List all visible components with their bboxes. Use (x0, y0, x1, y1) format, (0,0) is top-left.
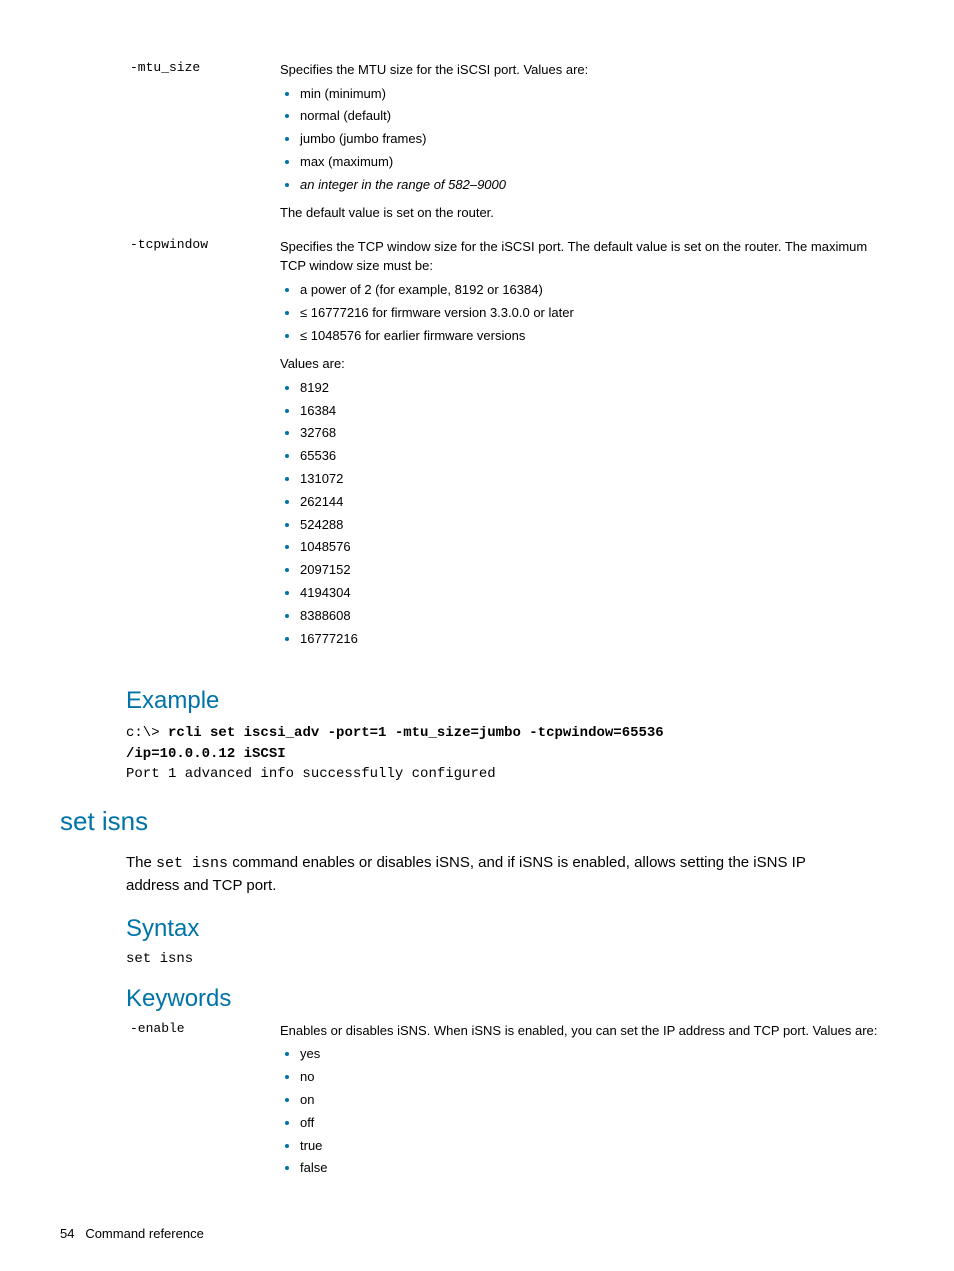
param-key: -tcpwindow (60, 237, 280, 252)
bullet: 8388608 (300, 606, 884, 627)
param-bullets: yes no on off true false (280, 1044, 884, 1179)
param-key: -mtu_size (60, 60, 280, 75)
param-desc: Specifies the MTU size for the iSCSI por… (280, 60, 894, 227)
syntax-heading: Syntax (126, 915, 894, 943)
bullet: max (maximum) (300, 152, 884, 173)
bullet: 524288 (300, 515, 884, 536)
page: -mtu_size Specifies the MTU size for the… (0, 0, 954, 1271)
param-desc: Specifies the TCP window size for the iS… (280, 237, 894, 657)
param-table-2: -enable Enables or disables iSNS. When i… (60, 1021, 894, 1197)
bullet: normal (default) (300, 106, 884, 127)
bullet: ≤ 16777216 for firmware version 3.3.0.0 … (300, 303, 884, 324)
page-footer: 54 Command reference (60, 1226, 204, 1241)
body-pre: The (126, 854, 156, 871)
keywords-heading: Keywords (126, 985, 894, 1013)
param-bullets: min (minimum) normal (default) jumbo (ju… (280, 84, 884, 196)
bullet: 2097152 (300, 560, 884, 581)
param-desc: Enables or disables iSNS. When iSNS is e… (280, 1021, 894, 1187)
param-bullets: a power of 2 (for example, 8192 or 16384… (280, 280, 884, 346)
cmd-output: Port 1 advanced info successfully config… (126, 766, 496, 782)
param-mid: Values are: (280, 354, 884, 374)
footer-text: Command reference (85, 1226, 204, 1241)
bullet: a power of 2 (for example, 8192 or 16384… (300, 280, 884, 301)
bullet: ≤ 1048576 for earlier firmware versions (300, 326, 884, 347)
bullet: yes (300, 1044, 884, 1065)
bullet: false (300, 1158, 884, 1179)
set-isns-heading: set isns (60, 806, 894, 837)
bullet: on (300, 1090, 884, 1111)
param-row-tcpwindow: -tcpwindow Specifies the TCP window size… (60, 237, 894, 657)
param-bullets-2: 8192 16384 32768 65536 131072 262144 524… (280, 378, 884, 650)
syntax-line: set isns (126, 951, 894, 967)
bullet: true (300, 1136, 884, 1157)
cmd-line2: /ip=10.0.0.12 iSCSI (126, 746, 286, 762)
bullet: 8192 (300, 378, 884, 399)
bullet: jumbo (jumbo frames) (300, 129, 884, 150)
param-row-enable: -enable Enables or disables iSNS. When i… (60, 1021, 894, 1187)
bullet-italic: an integer in the range of 582–9000 (300, 175, 884, 196)
param-row-mtu: -mtu_size Specifies the MTU size for the… (60, 60, 894, 227)
prompt: c:\> (126, 725, 168, 741)
bullet: 16384 (300, 401, 884, 422)
cmd-line1: rcli set iscsi_adv -port=1 -mtu_size=jum… (168, 725, 664, 741)
param-intro: Enables or disables iSNS. When iSNS is e… (280, 1021, 884, 1041)
example-heading: Example (126, 687, 894, 715)
bullet: 1048576 (300, 537, 884, 558)
param-intro: Specifies the TCP window size for the iS… (280, 237, 884, 276)
bullet: 262144 (300, 492, 884, 513)
param-table-1: -mtu_size Specifies the MTU size for the… (60, 60, 894, 667)
bullet: 65536 (300, 446, 884, 467)
body-post: command enables or disables iSNS, and if… (126, 854, 806, 894)
bullet: 4194304 (300, 583, 884, 604)
set-isns-body: The set isns command enables or disables… (126, 852, 854, 897)
bullet: off (300, 1113, 884, 1134)
bullet: no (300, 1067, 884, 1088)
body-cmd: set isns (156, 855, 228, 872)
bullet: 16777216 (300, 629, 884, 650)
page-number: 54 (60, 1226, 74, 1241)
bullet: 32768 (300, 423, 884, 444)
bullet: min (minimum) (300, 84, 884, 105)
param-intro: Specifies the MTU size for the iSCSI por… (280, 60, 884, 80)
example-code: c:\> rcli set iscsi_adv -port=1 -mtu_siz… (126, 723, 894, 784)
param-key: -enable (60, 1021, 280, 1036)
bullet: 131072 (300, 469, 884, 490)
param-outro: The default value is set on the router. (280, 203, 884, 223)
